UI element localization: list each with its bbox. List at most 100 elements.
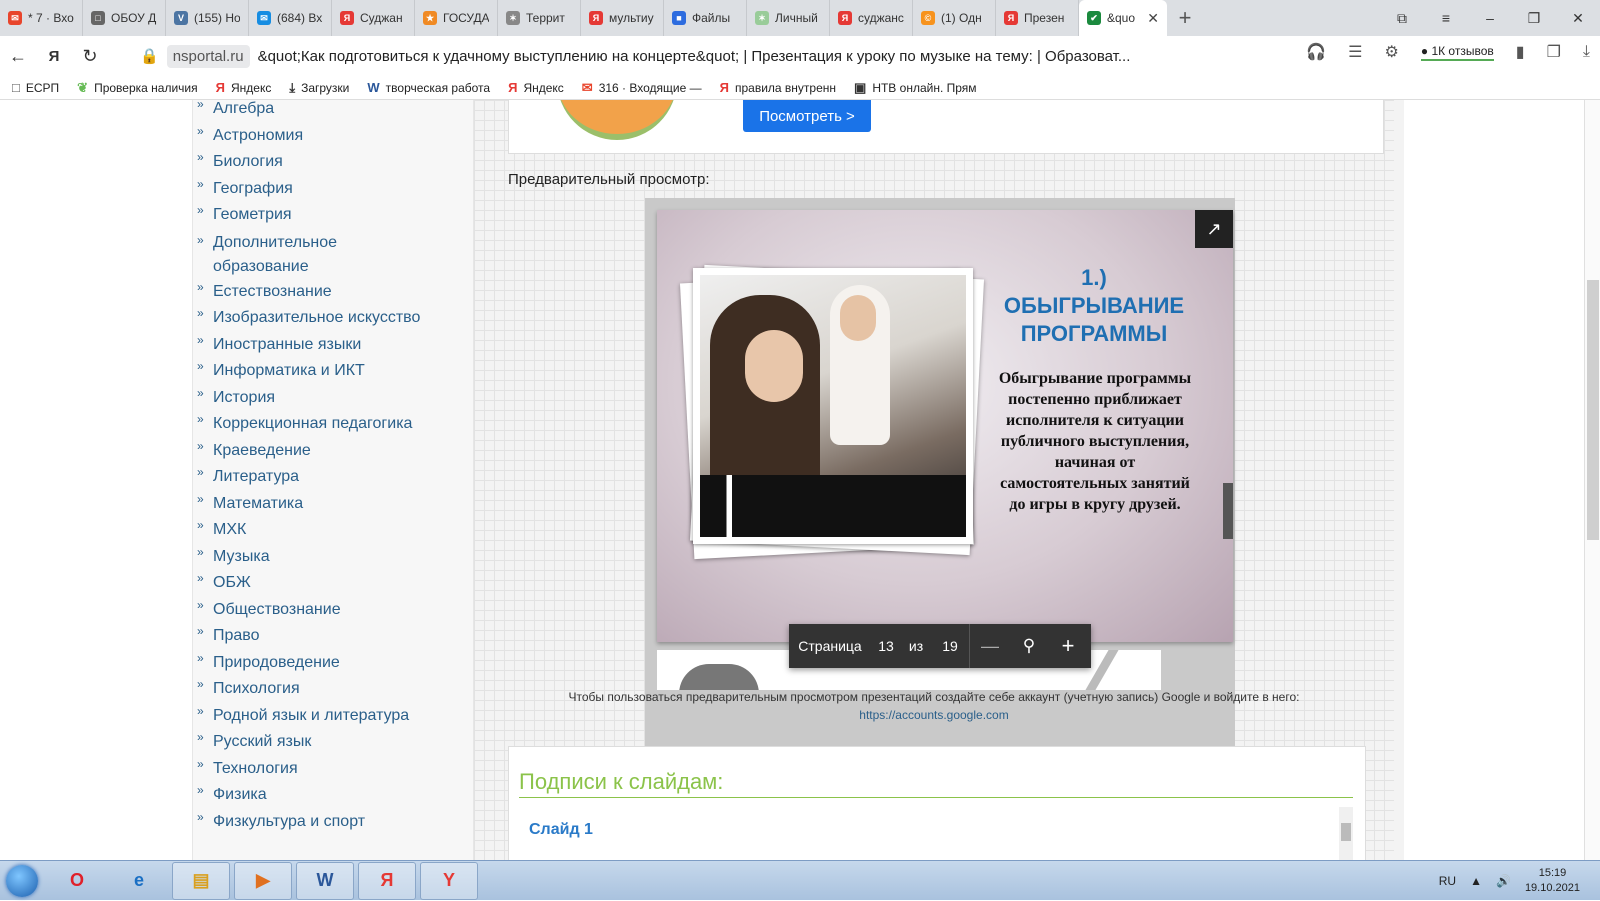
back-button[interactable]: ← bbox=[0, 36, 36, 76]
tab-6[interactable]: ✶ Террит bbox=[498, 0, 581, 36]
yandex-icon[interactable]: Я bbox=[36, 36, 72, 76]
subject-link[interactable]: Иностранные языки bbox=[197, 333, 361, 354]
tab-favicon-icon: Я bbox=[589, 11, 603, 25]
bookmark-item[interactable]: Я Яндекс bbox=[216, 80, 272, 95]
subject-link[interactable]: Биология bbox=[197, 150, 283, 171]
taskbar-app-icon[interactable]: Я bbox=[358, 861, 416, 900]
restore-button[interactable]: ❐ bbox=[1512, 0, 1556, 36]
bookmark-icon: Я bbox=[508, 80, 518, 95]
tab-2[interactable]: V (155) Но bbox=[166, 0, 249, 36]
taskbar-app-icon[interactable]: ▶ bbox=[234, 861, 292, 900]
minimize-button[interactable]: – bbox=[1468, 0, 1512, 36]
bookmark-label: Яндекс bbox=[523, 80, 564, 95]
bookmark-item[interactable]: ✉ 316 · Входящие — bbox=[582, 80, 702, 96]
tab-5[interactable]: ★ ГОСУДА bbox=[415, 0, 498, 36]
subject-link[interactable]: ОБЖ bbox=[197, 571, 251, 592]
current-slide: ↗ 1.) ОБЫГРЫВАНИЕ ПРОГРАММЫ Обыгрывание … bbox=[657, 210, 1233, 642]
tab-1[interactable]: □ ОБОУ Д bbox=[83, 0, 166, 36]
tab-strip: ✉ * 7 · Вхо □ ОБОУ Д V (155) Но ✉ (684) Вх Я Судж… bbox=[0, 0, 1600, 36]
collections-icon[interactable]: ❐ bbox=[1547, 42, 1561, 62]
new-tab-button[interactable]: + bbox=[1167, 0, 1203, 36]
subject-link[interactable]: Геометрия bbox=[197, 203, 292, 224]
tab-4[interactable]: Я Суджан bbox=[332, 0, 415, 36]
popout-icon[interactable]: ↗ bbox=[1195, 210, 1233, 248]
subject-link[interactable]: Родной язык и литература bbox=[197, 704, 409, 725]
zoom-icon[interactable]: ⚲ bbox=[1010, 624, 1048, 668]
subject-link[interactable]: Обществознание bbox=[197, 598, 341, 619]
zoom-out-icon[interactable]: — bbox=[970, 624, 1010, 668]
headphones-icon[interactable]: 🎧 bbox=[1306, 42, 1326, 62]
subject-link[interactable]: География bbox=[197, 177, 293, 198]
google-accounts-link[interactable]: https://accounts.google.com bbox=[859, 708, 1008, 722]
tab-11[interactable]: © (1) Одн bbox=[913, 0, 996, 36]
bookmark-item[interactable]: ▣ НТВ онлайн. Прям bbox=[854, 80, 977, 96]
subject-link[interactable]: Природоведение bbox=[197, 651, 340, 672]
taskbar-app-icon[interactable]: ▤ bbox=[172, 861, 230, 900]
tab-10[interactable]: Ясуджанс bbox=[830, 0, 913, 36]
subject-link[interactable]: Технология bbox=[197, 757, 298, 778]
viewer-scrollbar[interactable] bbox=[1223, 483, 1233, 539]
subject-link[interactable]: Коррекционная педагогика bbox=[197, 412, 412, 433]
subject-link[interactable]: Изобразительное искусство bbox=[197, 306, 420, 327]
url-field[interactable]: 🔒 nsportal.ru &quot;Как подготовиться к … bbox=[140, 42, 1208, 70]
subject-link[interactable]: Русский язык bbox=[197, 730, 311, 751]
language-indicator[interactable]: RU bbox=[1439, 874, 1456, 888]
subject-link[interactable]: Литература bbox=[197, 465, 299, 486]
tab-7[interactable]: Ямультиу bbox=[581, 0, 664, 36]
tab-label: (1) Одн bbox=[941, 11, 982, 25]
clock-date: 19.10.2021 bbox=[1524, 882, 1580, 894]
bookmark-item[interactable]: Я Яндекс bbox=[508, 80, 564, 95]
subject-link[interactable]: Математика bbox=[197, 492, 303, 513]
taskbar-app-icon[interactable]: Y bbox=[420, 861, 478, 900]
subject-link[interactable]: Психология bbox=[197, 677, 300, 698]
tab-12[interactable]: Я Презен bbox=[996, 0, 1079, 36]
bookmark-item[interactable]: ⤓ Загрузки bbox=[289, 80, 349, 96]
subject-link[interactable]: МХК bbox=[197, 518, 246, 539]
caption-slide-1[interactable]: Слайд 1 bbox=[529, 821, 593, 839]
subject-link[interactable]: Музыка bbox=[197, 545, 269, 566]
taskbar-app-icon[interactable]: O bbox=[48, 862, 106, 900]
subject-link[interactable]: Право bbox=[197, 624, 259, 645]
bookmark-item[interactable]: ❦ Проверка наличия bbox=[77, 80, 197, 96]
bookmark-icon: ✉ bbox=[581, 79, 593, 95]
captions-scrollbar[interactable] bbox=[1339, 807, 1353, 860]
bookmark-item[interactable]: □ ЕСРП bbox=[12, 80, 59, 95]
subject-link[interactable]: Дополнительное образование bbox=[197, 228, 363, 279]
tray-arrow-icon[interactable]: ▲ bbox=[1470, 874, 1482, 888]
tab-0[interactable]: ✉ * 7 · Вхо bbox=[0, 0, 83, 36]
taskbar-app-icon[interactable]: e bbox=[110, 862, 168, 900]
subject-link[interactable]: Информатика и ИКТ bbox=[197, 359, 365, 380]
subject-link[interactable]: История bbox=[197, 386, 275, 407]
reader-icon[interactable]: ☰ bbox=[1348, 42, 1362, 62]
tab-label: мультиу bbox=[609, 11, 654, 25]
zoom-in-icon[interactable]: + bbox=[1048, 624, 1088, 668]
tabs-menu-icon[interactable]: ⧉ bbox=[1380, 0, 1424, 36]
tab-3[interactable]: ✉ (684) Вх bbox=[249, 0, 332, 36]
taskbar-app-icon[interactable]: W bbox=[296, 861, 354, 900]
subject-link[interactable]: Физика bbox=[197, 783, 267, 804]
subject-link[interactable]: Физкультура и спорт bbox=[197, 810, 365, 831]
subject-link[interactable]: Астрономия bbox=[197, 124, 303, 145]
extension-icon[interactable]: ⚙ bbox=[1385, 42, 1399, 62]
view-button[interactable]: Посмотреть > bbox=[743, 100, 871, 132]
close-tab-icon[interactable]: ✕ bbox=[1147, 10, 1159, 27]
close-button[interactable]: ✕ bbox=[1556, 0, 1600, 36]
start-button[interactable] bbox=[0, 862, 44, 900]
tab-8[interactable]: ■ Файлы bbox=[664, 0, 747, 36]
clock[interactable]: 15:19 19.10.2021 bbox=[1525, 866, 1580, 896]
page-current[interactable]: 13 bbox=[871, 624, 901, 668]
volume-icon[interactable]: 🔊 bbox=[1496, 874, 1511, 888]
subject-link[interactable]: Алгебра bbox=[197, 100, 274, 118]
bookmark-icon[interactable]: ▮ bbox=[1516, 42, 1525, 62]
download-icon[interactable]: ⤓ bbox=[1583, 43, 1590, 61]
subject-link[interactable]: Краеведение bbox=[197, 439, 311, 460]
subject-link[interactable]: Естествознание bbox=[197, 280, 332, 301]
reload-button[interactable]: ↻ bbox=[72, 36, 108, 76]
menu-icon[interactable]: ≡ bbox=[1424, 0, 1468, 36]
reviews-badge[interactable]: ● 1К отзывов bbox=[1420, 44, 1494, 61]
tab-active[interactable]: ✔ &quo ✕ bbox=[1079, 0, 1167, 36]
bookmark-item[interactable]: Яправила внутренн bbox=[720, 80, 836, 95]
bookmark-item[interactable]: Wтворческая работа bbox=[367, 80, 490, 95]
tab-9[interactable]: ✶ Личный bbox=[747, 0, 830, 36]
page-scrollbar[interactable] bbox=[1584, 100, 1600, 860]
